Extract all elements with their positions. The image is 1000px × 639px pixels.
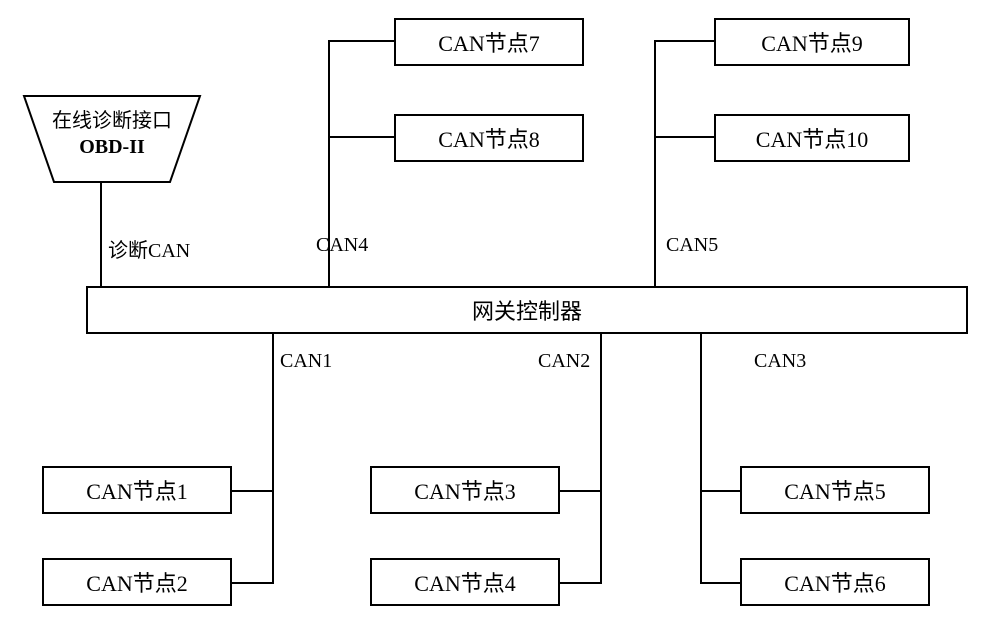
node-label: CAN节点8 (438, 122, 539, 154)
obd-label: 在线诊断接口 OBD-II (32, 108, 192, 160)
node-label: CAN节点5 (784, 474, 885, 506)
node-label: CAN节点6 (784, 566, 885, 598)
wire (560, 490, 602, 492)
wire (328, 40, 330, 286)
wire (560, 582, 602, 584)
can-node-7: CAN节点7 (394, 18, 584, 66)
wire (328, 40, 394, 42)
can-node-6: CAN节点6 (740, 558, 930, 606)
bus-label-can4: CAN4 (316, 234, 368, 257)
node-label: CAN节点2 (86, 566, 187, 598)
wire (100, 182, 102, 288)
can-node-5: CAN节点5 (740, 466, 930, 514)
wire (654, 136, 714, 138)
wire (700, 490, 740, 492)
bus-label-can5: CAN5 (666, 234, 718, 257)
can-node-10: CAN节点10 (714, 114, 910, 162)
wire (600, 334, 602, 584)
node-label: CAN节点3 (414, 474, 515, 506)
node-label: CAN节点10 (756, 122, 868, 154)
can-node-1: CAN节点1 (42, 466, 232, 514)
bus-label-diag: 诊断CAN (108, 234, 190, 263)
can-node-4: CAN节点4 (370, 558, 560, 606)
gateway-label: 网关控制器 (472, 294, 582, 326)
obd-line2: OBD-II (32, 134, 192, 160)
wire (654, 40, 714, 42)
wire (700, 582, 740, 584)
bus-label-can1: CAN1 (280, 350, 332, 373)
node-label: CAN节点7 (438, 26, 539, 58)
wire (654, 40, 656, 286)
wire (232, 582, 274, 584)
bus-label-can2: CAN2 (538, 350, 590, 373)
wire (272, 334, 274, 584)
obd-line1: 在线诊断接口 (32, 108, 192, 134)
can-node-8: CAN节点8 (394, 114, 584, 162)
can-node-2: CAN节点2 (42, 558, 232, 606)
gateway-controller: 网关控制器 (86, 286, 968, 334)
can-node-9: CAN节点9 (714, 18, 910, 66)
wire (328, 136, 394, 138)
node-label: CAN节点1 (86, 474, 187, 506)
node-label: CAN节点4 (414, 566, 515, 598)
can-node-3: CAN节点3 (370, 466, 560, 514)
wire (700, 334, 702, 584)
node-label: CAN节点9 (761, 26, 862, 58)
wire (232, 490, 274, 492)
bus-label-can3: CAN3 (754, 350, 806, 373)
